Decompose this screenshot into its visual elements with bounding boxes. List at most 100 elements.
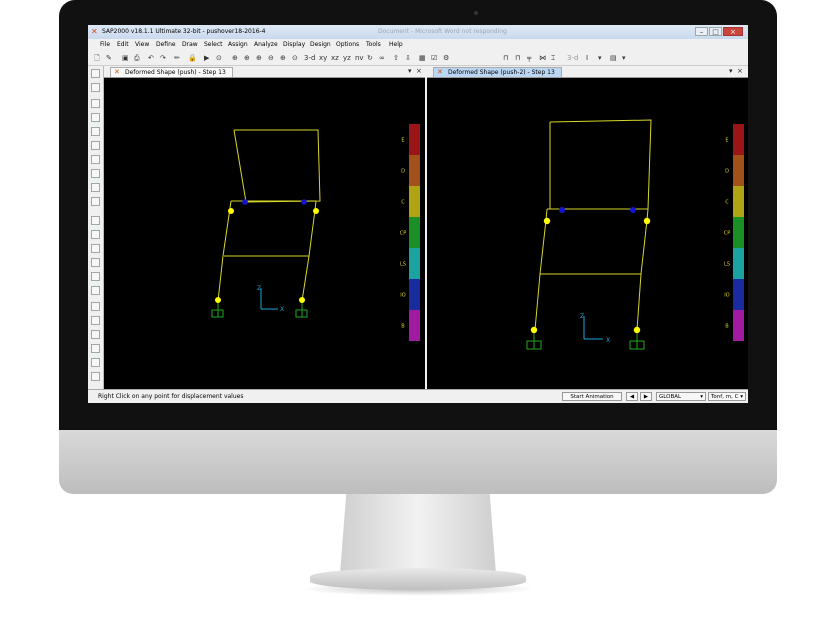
draw-link-icon[interactable] <box>91 127 100 136</box>
tab-close-icon[interactable]: × <box>416 67 422 76</box>
select-previous-icon[interactable] <box>91 230 100 239</box>
more-tools-icon[interactable] <box>91 372 100 381</box>
intersect-icon[interactable] <box>91 258 100 267</box>
save-icon[interactable]: ▣ <box>122 53 129 63</box>
plastic-hinge-right-beam <box>301 199 307 205</box>
draw-point-icon[interactable] <box>91 99 100 108</box>
snap-intersect-icon[interactable] <box>91 302 100 311</box>
view-xy-button[interactable]: xy <box>319 53 327 63</box>
lock-icon[interactable]: 🔒 <box>188 53 197 63</box>
view-3d-button[interactable]: 3-d <box>304 53 315 63</box>
step-forward-icon[interactable]: ▶ <box>640 392 652 401</box>
draw-rect-area-icon[interactable] <box>91 169 100 178</box>
view-yz-button[interactable]: yz <box>343 53 351 63</box>
quick-frame-icon[interactable]: ⊓ <box>503 53 508 63</box>
snap-fine-grid-icon[interactable] <box>91 358 100 367</box>
menu-define[interactable]: Define <box>156 41 176 48</box>
legend-swatch-c <box>409 186 420 217</box>
new-file-icon[interactable]: 🗋 <box>94 53 100 63</box>
edit-pencil-icon[interactable]: ✏ <box>174 53 180 63</box>
step-back-icon[interactable]: ◀ <box>626 392 638 401</box>
reshape-icon[interactable] <box>91 83 100 92</box>
zoom-in-icon[interactable]: ⊕ <box>256 53 262 63</box>
tab-menu-icon[interactable]: ▾ <box>729 67 733 76</box>
legend-swatch-cp <box>409 217 420 248</box>
show-undeformed-icon[interactable]: ▦ <box>419 53 426 63</box>
app-window: ✕ SAP2000 v18.1.1 Ultimate 32-bit - push… <box>88 25 748 403</box>
run-options-icon[interactable]: ⊙ <box>216 53 222 63</box>
snap-points-icon[interactable] <box>91 272 100 281</box>
zoom-window-icon[interactable]: ⊕ <box>232 53 238 63</box>
move-down-icon[interactable]: ⇩ <box>405 53 411 63</box>
show-checked-icon[interactable]: ☑ <box>431 53 437 63</box>
maximize-button[interactable]: □ <box>709 27 722 36</box>
clear-selection-icon[interactable] <box>91 244 100 253</box>
snap-lines-icon[interactable] <box>91 330 100 339</box>
rotate-icon[interactable]: ↻ <box>367 53 373 63</box>
legend-label-d: D <box>401 169 405 175</box>
menu-options[interactable]: Options <box>336 41 359 48</box>
run-analysis-icon[interactable]: ▶ <box>204 53 209 63</box>
view-xz-button[interactable]: xz <box>331 53 339 63</box>
menu-assign[interactable]: Assign <box>228 41 248 48</box>
draw-frame-icon[interactable] <box>91 113 100 122</box>
quick-area-icon[interactable]: ⌶ <box>551 53 555 63</box>
model-view-pane-push-2[interactable]: ✕ Deformed Shape (push-2) - Step 13 ▾ × <box>427 66 748 389</box>
plastic-hinge-left-beam <box>242 199 248 205</box>
pointer-icon[interactable] <box>91 69 100 78</box>
menu-display[interactable]: Display <box>283 41 305 48</box>
perspective-icon[interactable]: ∞ <box>379 53 385 63</box>
quick-brace-icon[interactable]: ⊓ <box>515 53 520 63</box>
zoom-out-icon[interactable]: ⊖ <box>268 53 274 63</box>
menu-design[interactable]: Design <box>310 41 331 48</box>
menu-draw[interactable]: Draw <box>182 41 198 48</box>
move-up-icon[interactable]: ⇧ <box>393 53 399 63</box>
menu-analyze[interactable]: Analyze <box>254 41 278 48</box>
main-toolbar: 🗋 ✎ ▣ ⎙ ↶ ↷ ✏ 🔒 ▶ ⊙ ⊕ ⊕ ⊕ ⊖ ⊕ ⊙ 3-d xy x… <box>88 51 748 66</box>
dropdown-arrow-icon[interactable]: ▾ <box>622 53 626 63</box>
zoom-previous-icon[interactable]: ⊙ <box>292 53 298 63</box>
view-nv-button[interactable]: nv <box>355 53 364 63</box>
start-animation-button[interactable]: Start Animation <box>562 392 622 401</box>
undo-icon[interactable]: ↶ <box>148 53 154 63</box>
draw-section-cut-icon[interactable] <box>91 197 100 206</box>
menu-help[interactable]: Help <box>389 41 403 48</box>
open-file-icon[interactable]: ✎ <box>106 53 112 63</box>
tab-close-icon[interactable]: × <box>737 67 743 76</box>
menu-file[interactable]: File <box>100 41 110 48</box>
draw-area-icon[interactable] <box>91 155 100 164</box>
tab-deformed-shape-push-2[interactable]: ✕ Deformed Shape (push-2) - Step 13 <box>433 67 562 77</box>
minimize-button[interactable]: – <box>695 27 708 36</box>
section-icon[interactable]: I <box>586 53 588 63</box>
legend-swatch-b <box>733 310 744 341</box>
zoom-restore-icon[interactable]: ⊕ <box>244 53 250 63</box>
model-view-pane-push[interactable]: ✕ Deformed Shape (push) - Step 13 ▾ × Z … <box>104 66 425 389</box>
print-icon[interactable]: ⎙ <box>134 53 140 63</box>
tab-deformed-shape-push[interactable]: ✕ Deformed Shape (push) - Step 13 <box>110 67 233 77</box>
menu-view[interactable]: View <box>135 41 149 48</box>
draw-solid-icon[interactable] <box>91 183 100 192</box>
draw-brace-icon[interactable] <box>91 141 100 150</box>
units-select[interactable]: Tonf, m, C ▾ <box>708 392 746 401</box>
plastic-hinge-left-top <box>228 208 234 214</box>
sap2000-logo-icon: ✕ <box>91 27 98 36</box>
select-all-icon[interactable] <box>91 216 100 225</box>
close-button[interactable]: × <box>723 27 743 36</box>
display-options-icon[interactable]: ▤ <box>610 53 617 63</box>
redo-icon[interactable]: ↷ <box>160 53 166 63</box>
pan-icon[interactable]: ⊕ <box>280 53 286 63</box>
quick-beam-icon[interactable]: ╤ <box>527 53 531 63</box>
menu-tools[interactable]: Tools <box>366 41 381 48</box>
snap-grid-icon[interactable] <box>91 344 100 353</box>
grid-options-icon[interactable]: ⚙ <box>443 53 449 63</box>
snap-ends-icon[interactable] <box>91 286 100 295</box>
snap-perpendicular-icon[interactable] <box>91 316 100 325</box>
coord-system-select[interactable]: GLOBAL ▾ <box>656 392 706 401</box>
legend-label-d: D <box>725 169 729 175</box>
dropdown-arrow-icon[interactable]: ▾ <box>598 53 602 63</box>
menu-select[interactable]: Select <box>204 41 223 48</box>
legend-swatch-cp <box>733 217 744 248</box>
quick-truss-icon[interactable]: ⋈ <box>539 53 546 63</box>
tab-menu-icon[interactable]: ▾ <box>408 67 412 76</box>
menu-edit[interactable]: Edit <box>117 41 129 48</box>
